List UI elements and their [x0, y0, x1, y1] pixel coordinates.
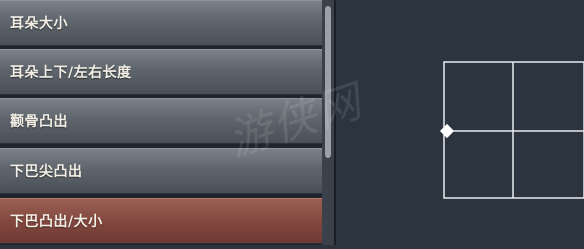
menu-item-ear-length[interactable]: 耳朵上下/左右长度	[0, 49, 322, 95]
menu-item-label: 耳朵上下/左右长度	[10, 65, 132, 81]
adjust-grid-area	[336, 0, 584, 245]
adjust-grid[interactable]	[336, 0, 584, 245]
menu-item-chin-tip[interactable]: 下巴尖凸出	[0, 148, 322, 194]
menu-scrollbar[interactable]	[322, 0, 334, 245]
menu-item-label: 下巴尖凸出	[10, 164, 83, 180]
grid-border	[443, 61, 584, 199]
menu-item-label: 耳朵大小	[10, 16, 68, 32]
menu-item-ear-size[interactable]: 耳朵大小	[0, 0, 322, 46]
slider-menu-panel: 耳朵大小 耳朵上下/左右长度 颧骨凸出 下巴尖凸出 下巴凸出/大小	[0, 0, 322, 245]
scrollbar-thumb[interactable]	[325, 6, 331, 158]
menu-item-chin-size[interactable]: 下巴凸出/大小	[0, 198, 322, 244]
grid-handle[interactable]	[439, 123, 455, 139]
menu-item-label: 颧骨凸出	[10, 114, 68, 130]
menu-item-cheekbone[interactable]: 颧骨凸出	[0, 98, 322, 144]
menu-item-label: 下巴凸出/大小	[10, 214, 103, 230]
